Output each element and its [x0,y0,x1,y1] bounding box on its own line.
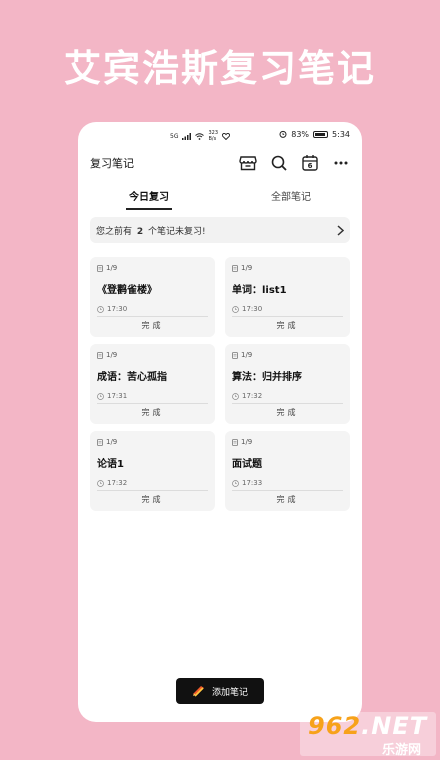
card-divider [232,490,343,491]
note-card[interactable]: 1/9 单词：list1 17:30 完成 [225,257,350,337]
document-icon [97,438,103,446]
tab-bar: 今日复习 全部笔记 [78,184,362,210]
card-divider [232,403,343,404]
document-icon [97,351,103,359]
signal-label: 5G [170,132,179,140]
clock: 5:34 [332,129,350,139]
note-card[interactable]: 1/9 论语1 17:32 完成 [90,431,215,511]
more-button[interactable] [332,154,350,172]
review-progress: 1/9 [97,438,208,446]
calendar-button[interactable]: 6 [301,154,319,172]
net-speed: 323 B/s [208,130,219,142]
complete-button[interactable]: 完成 [225,407,350,418]
add-note-button[interactable]: 添加笔记 [176,678,264,704]
banner-title: 艾宾浩斯复习笔记 [64,47,376,90]
app-bar: 复习笔记 6 [78,150,362,176]
phone-screen: 5G 323 B/s 83% 5:34 复习笔记 6 今日复习 全部笔记 您之前… [78,122,362,722]
more-icon [334,161,348,165]
signal-icon [182,132,192,140]
chevron-right-icon [337,224,344,236]
status-bar: 5G 323 B/s 83% 5:34 [78,122,362,146]
document-icon [232,351,238,359]
clock-icon [97,479,104,487]
note-title: 单词：list1 [232,285,287,296]
review-progress: 1/9 [232,264,343,272]
note-title: 面试题 [232,459,262,470]
clock-icon [97,392,104,400]
watermark-sub: 乐游网 [382,743,422,758]
search-icon [271,155,287,171]
note-card[interactable]: 1/9 《登鹳雀楼》 17:30 完成 [90,257,215,337]
watermark-brand: 962.NET [308,712,428,740]
heart-icon [222,132,231,140]
battery-icon [313,130,329,138]
card-divider [97,403,208,404]
review-progress: 1/9 [232,351,343,359]
review-progress: 1/9 [232,438,343,446]
note-card[interactable]: 1/9 成语：苦心孤指 17:31 完成 [90,344,215,424]
clock-icon [232,479,239,487]
note-title: 论语1 [97,459,124,470]
review-time: 17:30 [232,305,343,313]
clock-icon [232,305,239,313]
note-title: 成语：苦心孤指 [97,372,167,383]
note-card[interactable]: 1/9 算法：归并排序 17:32 完成 [225,344,350,424]
review-progress: 1/9 [97,264,208,272]
review-time: 17:32 [97,479,208,487]
complete-button[interactable]: 完成 [225,320,350,331]
tab-today-review[interactable]: 今日复习 [78,184,220,210]
complete-button[interactable]: 完成 [90,407,215,418]
app-title: 复习笔记 [90,157,134,170]
clock-icon [232,392,239,400]
card-divider [232,316,343,317]
site-watermark: 962.NET 乐游网 [300,712,436,758]
pending-notice-text: 您之前有 2 个笔记未复习! [96,226,206,237]
complete-button[interactable]: 完成 [90,494,215,505]
pending-count: 2 [136,226,144,237]
note-grid: 1/9 《登鹳雀楼》 17:30 完成 1/9 单词：list1 17:30 完… [90,257,350,511]
document-icon [232,438,238,446]
document-icon [232,264,238,272]
review-progress: 1/9 [97,351,208,359]
tab-all-notes[interactable]: 全部笔记 [220,184,362,210]
app-bar-actions: 6 [239,154,350,172]
card-divider [97,316,208,317]
note-title: 算法：归并排序 [232,372,302,383]
store-icon [239,156,257,171]
note-title: 《登鹳雀楼》 [97,285,157,296]
search-button[interactable] [270,154,288,172]
wifi-icon [195,132,205,140]
store-button[interactable] [239,154,257,172]
review-time: 17:31 [97,392,208,400]
note-card[interactable]: 1/9 面试题 17:33 完成 [225,431,350,511]
review-time: 17:33 [232,479,343,487]
battery-percent: 83% [291,129,310,139]
add-note-label: 添加笔记 [211,687,248,698]
review-time: 17:30 [97,305,208,313]
pending-notice[interactable]: 您之前有 2 个笔记未复习! [90,217,350,243]
pencil-icon [192,686,204,697]
alarm-icon [279,130,287,138]
status-left: 5G 323 B/s [170,130,231,142]
document-icon [97,264,103,272]
complete-button[interactable]: 完成 [225,494,350,505]
status-right: 83% 5:34 [279,130,350,139]
card-divider [97,490,208,491]
review-time: 17:32 [232,392,343,400]
clock-icon [97,305,104,313]
calendar-day: 6 [307,162,313,170]
complete-button[interactable]: 完成 [90,320,215,331]
